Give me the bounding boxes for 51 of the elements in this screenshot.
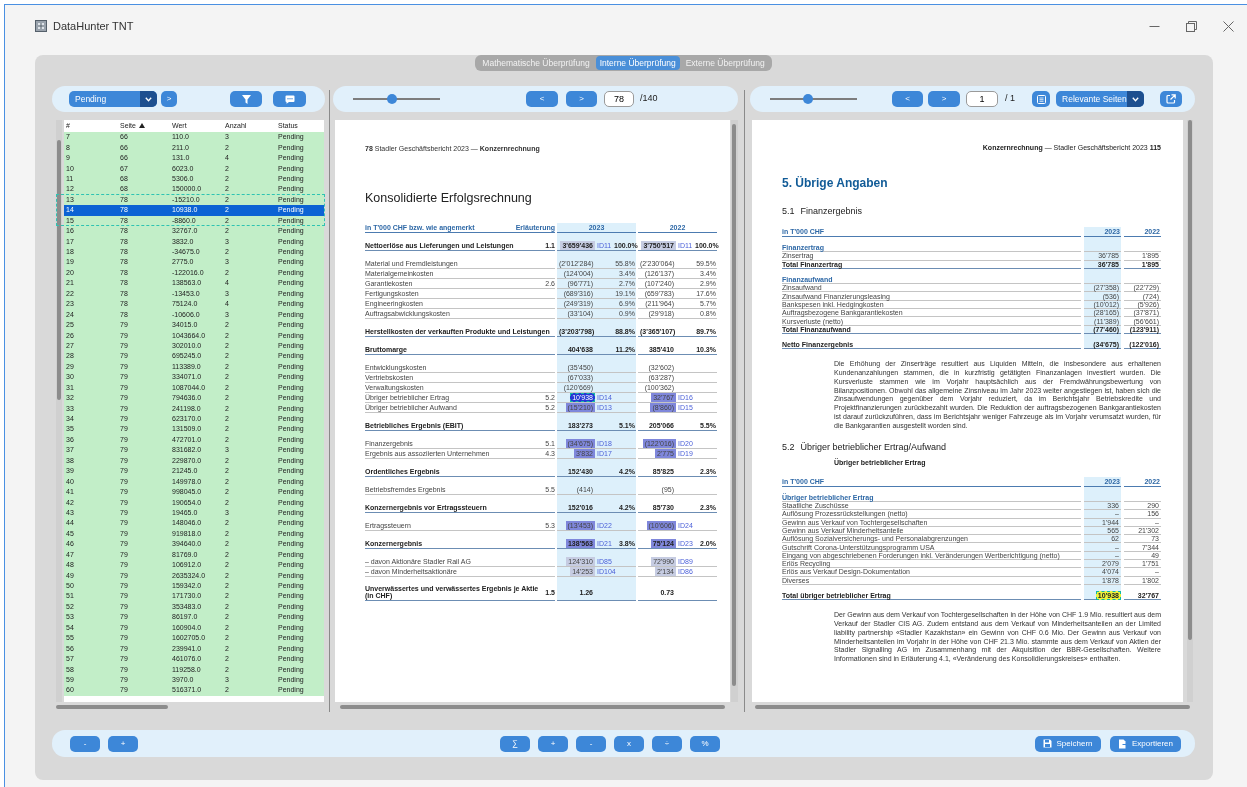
operator-button[interactable]: % (690, 735, 720, 752)
page-count: / 1 (1005, 92, 1015, 106)
page-number-field[interactable]: 1 (966, 91, 998, 107)
scrollbar-thumb[interactable] (1188, 120, 1192, 640)
operator-button[interactable]: x (614, 735, 644, 752)
comment-button[interactable] (273, 91, 306, 107)
export-icon (1118, 738, 1129, 749)
list-icon (1036, 94, 1046, 104)
next-page-button[interactable]: > (566, 91, 597, 107)
section-number: 5.1 (782, 206, 795, 217)
page-filter-dropdown[interactable]: Relevante Seiten (1056, 91, 1144, 107)
scrollbar-thumb[interactable] (732, 124, 736, 686)
export-button[interactable]: Exportieren (1110, 735, 1181, 752)
open-external-button[interactable] (1160, 91, 1182, 107)
scrollbar-thumb[interactable] (56, 705, 168, 709)
operator-button[interactable]: ∑ (500, 735, 530, 752)
operator-button[interactable]: ÷ (652, 735, 682, 752)
list-button[interactable] (1032, 91, 1050, 107)
comment-icon (284, 94, 295, 104)
save-button[interactable]: Speichern (1035, 735, 1101, 752)
operator-button[interactable]: - (576, 735, 606, 752)
section-title: 5. Übrige Angaben (782, 176, 888, 190)
scrollbar-thumb[interactable] (340, 705, 725, 709)
slider-thumb[interactable] (803, 94, 814, 104)
window-title: DataHunter TNT (53, 18, 134, 34)
adjust-button[interactable]: - (70, 735, 100, 752)
next-page-button[interactable]: > (928, 91, 960, 107)
page-title: Konsolidierte Erfolgsrechnung (365, 191, 533, 205)
app-icon (35, 20, 47, 32)
slider-thumb[interactable] (387, 94, 398, 104)
restore-icon[interactable] (1186, 20, 1197, 32)
adjust-button[interactable]: + (108, 735, 138, 752)
status-dropdown[interactable]: Pending (69, 91, 157, 107)
filter-icon (241, 94, 251, 104)
external-link-icon (1166, 94, 1176, 104)
section-number: 5.2 (782, 441, 795, 453)
operator-button[interactable]: + (538, 735, 568, 752)
page-count: /140 (640, 92, 658, 106)
close-icon[interactable] (1223, 20, 1234, 32)
caret-icon (145, 96, 152, 102)
next-button[interactable]: > (161, 91, 177, 107)
scrollbar-thumb[interactable] (57, 140, 61, 400)
page-number-field[interactable]: 78 (604, 91, 634, 107)
scrollbar-thumb[interactable] (755, 705, 1190, 709)
caret-icon (1132, 96, 1139, 102)
previous-page-button[interactable]: < (892, 91, 923, 107)
save-icon (1043, 739, 1053, 748)
section-title: Übriger betrieblicher Ertrag/Aufwand (800, 441, 947, 453)
previous-page-button[interactable]: < (526, 91, 558, 107)
section-title: Finanzergebnis (800, 206, 863, 217)
filter-button[interactable] (230, 91, 262, 107)
